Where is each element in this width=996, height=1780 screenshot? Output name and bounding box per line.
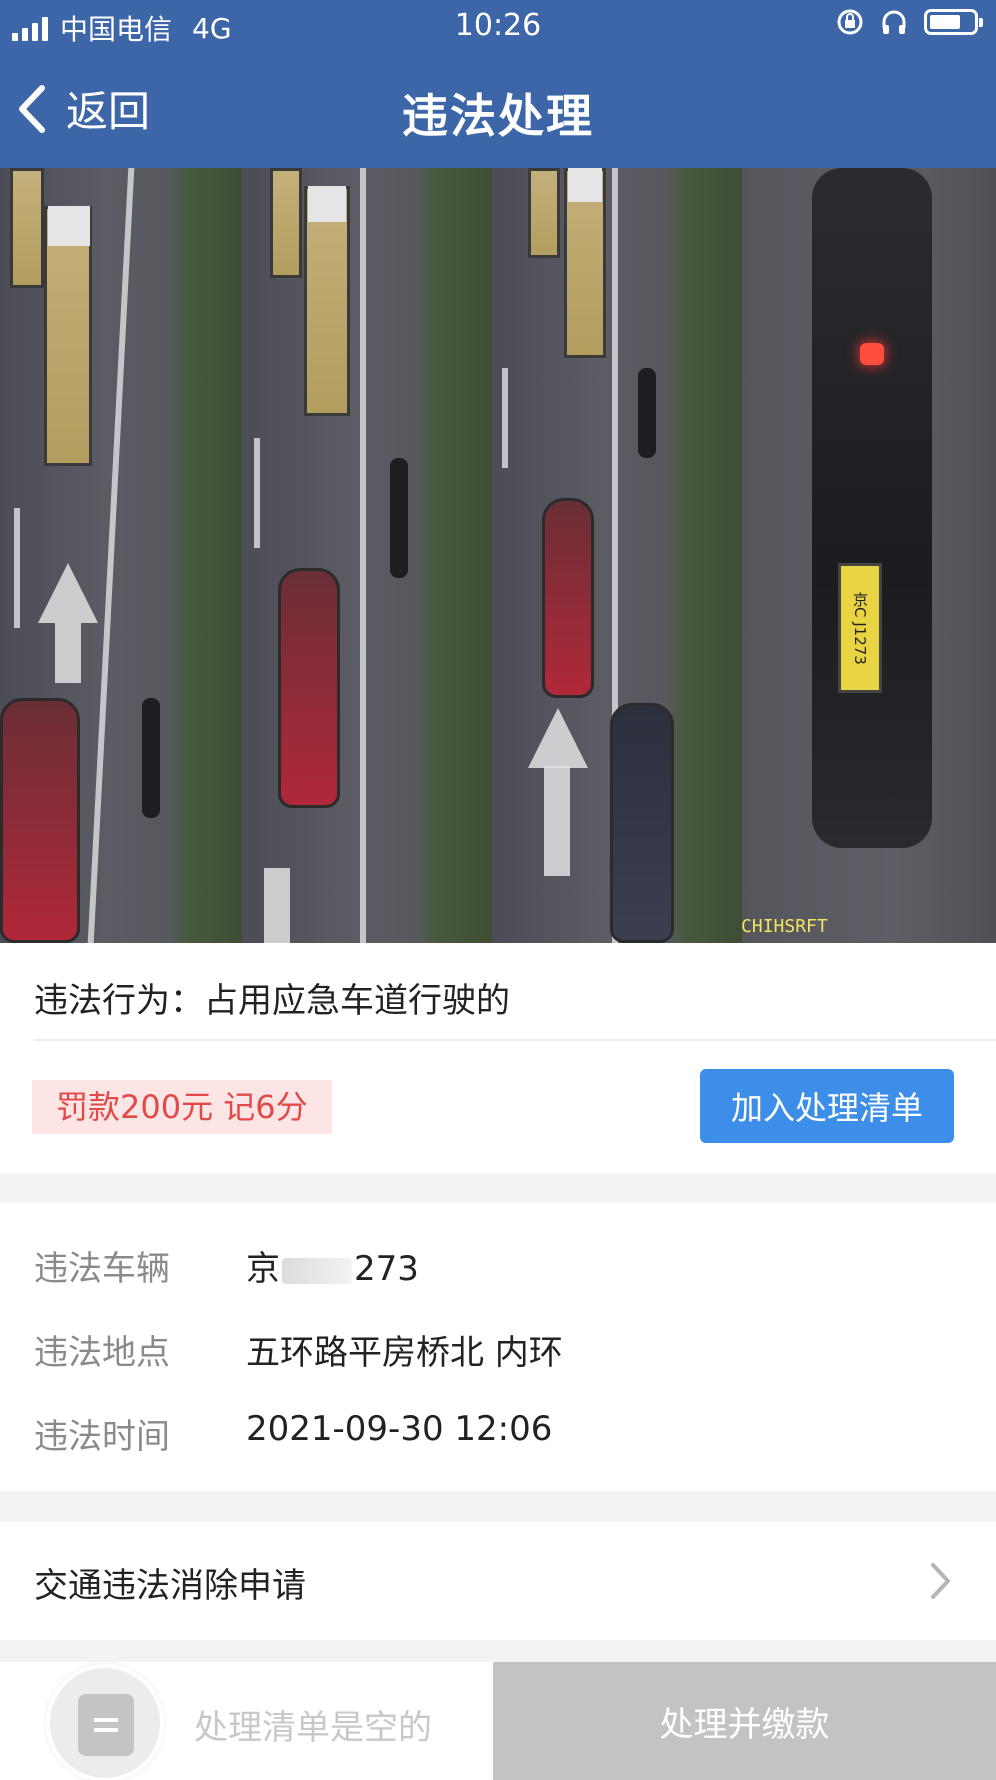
process-list-icon[interactable] xyxy=(46,1664,164,1780)
location-label: 违法地点 xyxy=(34,1333,170,1373)
vehicle-value: 京 273 xyxy=(246,1241,419,1290)
location-value: 五环路平房桥北 内环 xyxy=(246,1333,563,1373)
detail-row-time: 违法时间 2021-09-30 12:06 xyxy=(34,1409,552,1458)
violation-photo-closeup[interactable]: 京C J1273 GSRJ12CHIHSRFT xyxy=(742,168,996,943)
violation-clearance-application[interactable]: 交通违法消除申请 xyxy=(0,1522,996,1640)
empty-list-text: 处理清单是空的 xyxy=(194,1708,432,1748)
bottom-bar: 处理清单是空的 处理并缴款 xyxy=(0,1662,996,1780)
fine-badge: 罚款200元 记6分 xyxy=(32,1080,332,1134)
violation-photo-3[interactable] xyxy=(492,168,742,943)
battery-icon xyxy=(924,9,983,35)
photo-stamp: GSRJ12CHIHSRFT xyxy=(742,916,828,937)
divider xyxy=(34,1039,996,1041)
detail-row-location: 违法地点 五环路平房桥北 内环 xyxy=(34,1325,563,1374)
vehicle-prefix: 京 xyxy=(246,1249,280,1289)
orientation-lock-icon xyxy=(837,9,863,35)
violation-photo-1[interactable] xyxy=(0,168,242,943)
add-to-list-button[interactable]: 加入处理清单 xyxy=(700,1069,954,1143)
page-title: 违法处理 xyxy=(402,89,594,143)
violation-photo-2[interactable] xyxy=(242,168,492,943)
status-bar: 中国电信 4G 10:26 xyxy=(0,0,996,52)
headphones-icon xyxy=(882,10,906,34)
time-value: 2021-09-30 12:06 xyxy=(246,1409,553,1449)
vehicle-suffix: 273 xyxy=(354,1249,419,1289)
vehicle-label: 违法车辆 xyxy=(34,1249,170,1289)
violation-behavior: 违法行为：占用应急车道行驶的 xyxy=(34,981,510,1021)
application-label: 交通违法消除申请 xyxy=(34,1566,306,1606)
header: 中国电信 4G 10:26 返回 违法处理 xyxy=(0,0,996,168)
redacted-plate xyxy=(282,1257,352,1284)
license-plate: 京C J1273 xyxy=(838,563,882,693)
violation-details: 违法车辆 京 273 违法地点 五环路平房桥北 内环 违法时间 2021-09-3… xyxy=(0,1203,996,1491)
chevron-right-icon xyxy=(931,1563,950,1599)
nav-bar: 返回 违法处理 xyxy=(0,52,996,168)
time-label: 违法时间 xyxy=(34,1417,170,1457)
detail-row-vehicle: 违法车辆 京 273 xyxy=(34,1241,419,1290)
violation-photos[interactable]: 京C J1273 GSRJ12CHIHSRFT xyxy=(0,168,996,943)
violation-card: 违法行为：占用应急车道行驶的 罚款200元 记6分 加入处理清单 xyxy=(0,943,996,1173)
process-and-pay-button[interactable]: 处理并缴款 xyxy=(493,1662,996,1780)
